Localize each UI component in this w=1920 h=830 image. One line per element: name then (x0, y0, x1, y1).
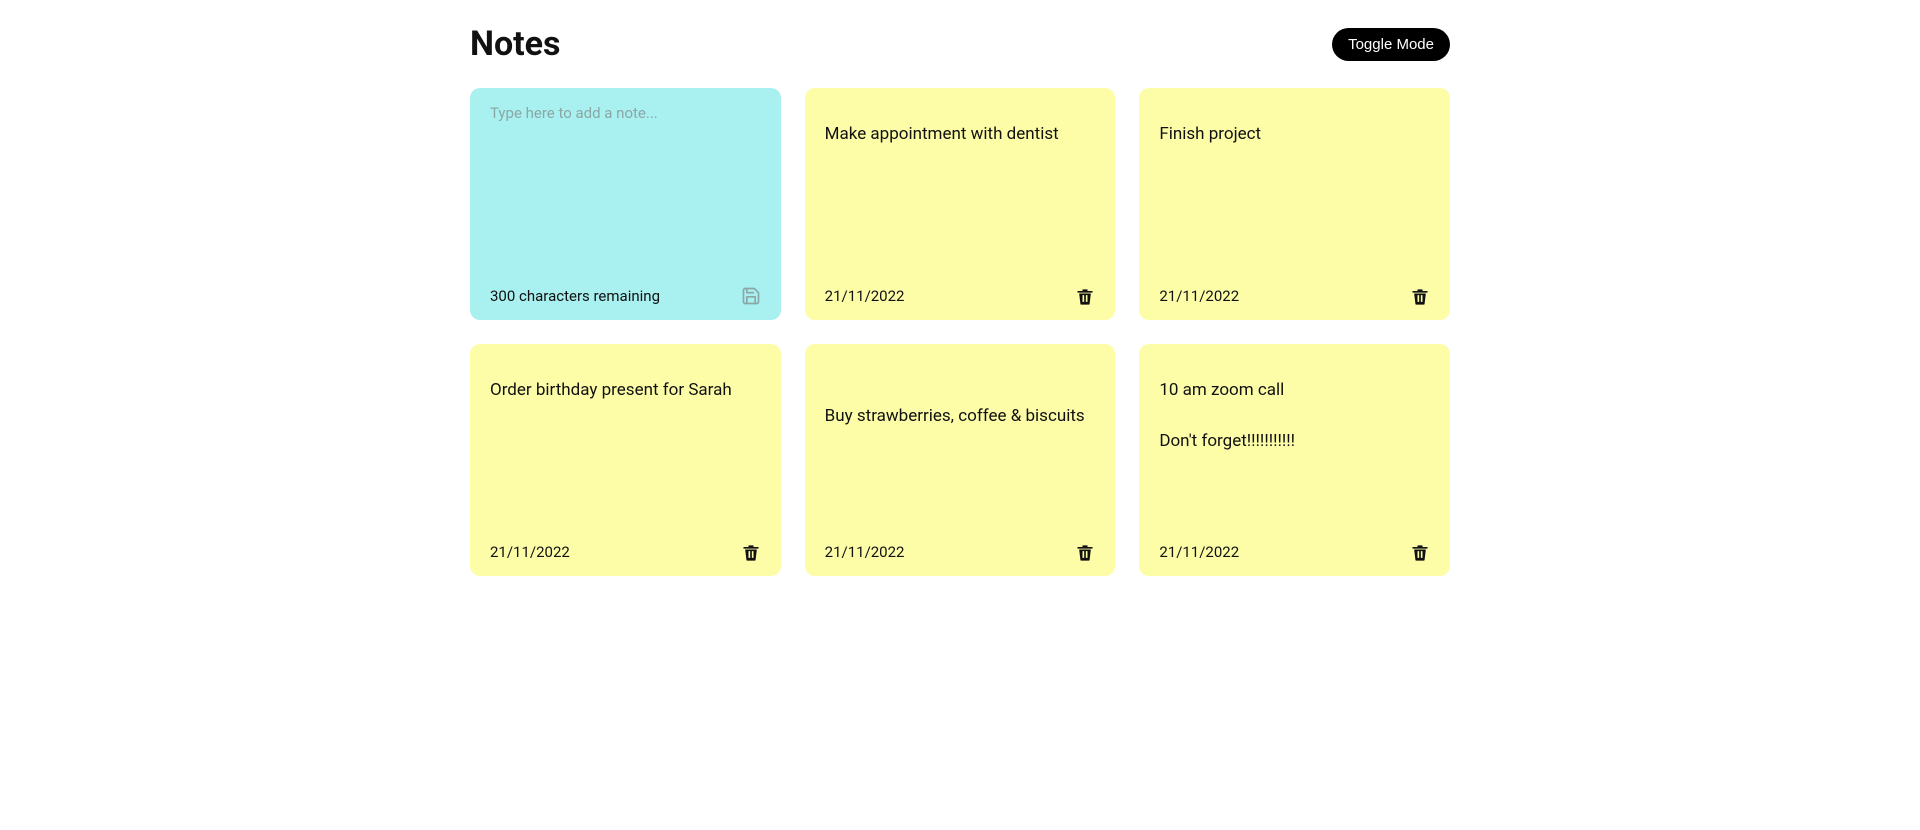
trash-icon (741, 542, 761, 562)
trash-icon (1075, 286, 1095, 306)
note-date: 21/11/2022 (490, 543, 570, 561)
save-icon (741, 286, 761, 306)
new-note-input[interactable] (490, 104, 761, 264)
note-card: Finish project 21/11/2022 (1139, 88, 1450, 320)
note-text: Finish project (1159, 122, 1430, 148)
trash-icon (1410, 286, 1430, 306)
notes-grid: 300 characters remaining Make appointmen… (470, 88, 1450, 576)
page-title: Notes (470, 24, 561, 64)
delete-note-button[interactable] (741, 542, 761, 562)
note-text: Buy strawberries, coffee & biscuits (825, 378, 1096, 429)
note-date: 21/11/2022 (825, 543, 905, 561)
delete-note-button[interactable] (1075, 542, 1095, 562)
save-note-button[interactable] (741, 286, 761, 306)
note-card: Make appointment with dentist 21/11/2022 (805, 88, 1116, 320)
note-date: 21/11/2022 (825, 287, 905, 305)
note-date: 21/11/2022 (1159, 543, 1239, 561)
header: Notes Toggle Mode (470, 24, 1450, 64)
new-note-card: 300 characters remaining (470, 88, 781, 320)
note-date: 21/11/2022 (1159, 287, 1239, 305)
delete-note-button[interactable] (1075, 286, 1095, 306)
characters-remaining: 300 characters remaining (490, 287, 660, 305)
note-text: Order birthday present for Sarah (490, 378, 761, 404)
note-text: Make appointment with dentist (825, 122, 1096, 148)
trash-icon (1410, 542, 1430, 562)
note-card: Buy strawberries, coffee & biscuits 21/1… (805, 344, 1116, 576)
delete-note-button[interactable] (1410, 286, 1430, 306)
toggle-mode-button[interactable]: Toggle Mode (1332, 28, 1450, 61)
note-card: Order birthday present for Sarah 21/11/2… (470, 344, 781, 576)
delete-note-button[interactable] (1410, 542, 1430, 562)
note-text: 10 am zoom call Don't forget!!!!!!!!!!! (1159, 378, 1430, 455)
trash-icon (1075, 542, 1095, 562)
note-card: 10 am zoom call Don't forget!!!!!!!!!!! … (1139, 344, 1450, 576)
